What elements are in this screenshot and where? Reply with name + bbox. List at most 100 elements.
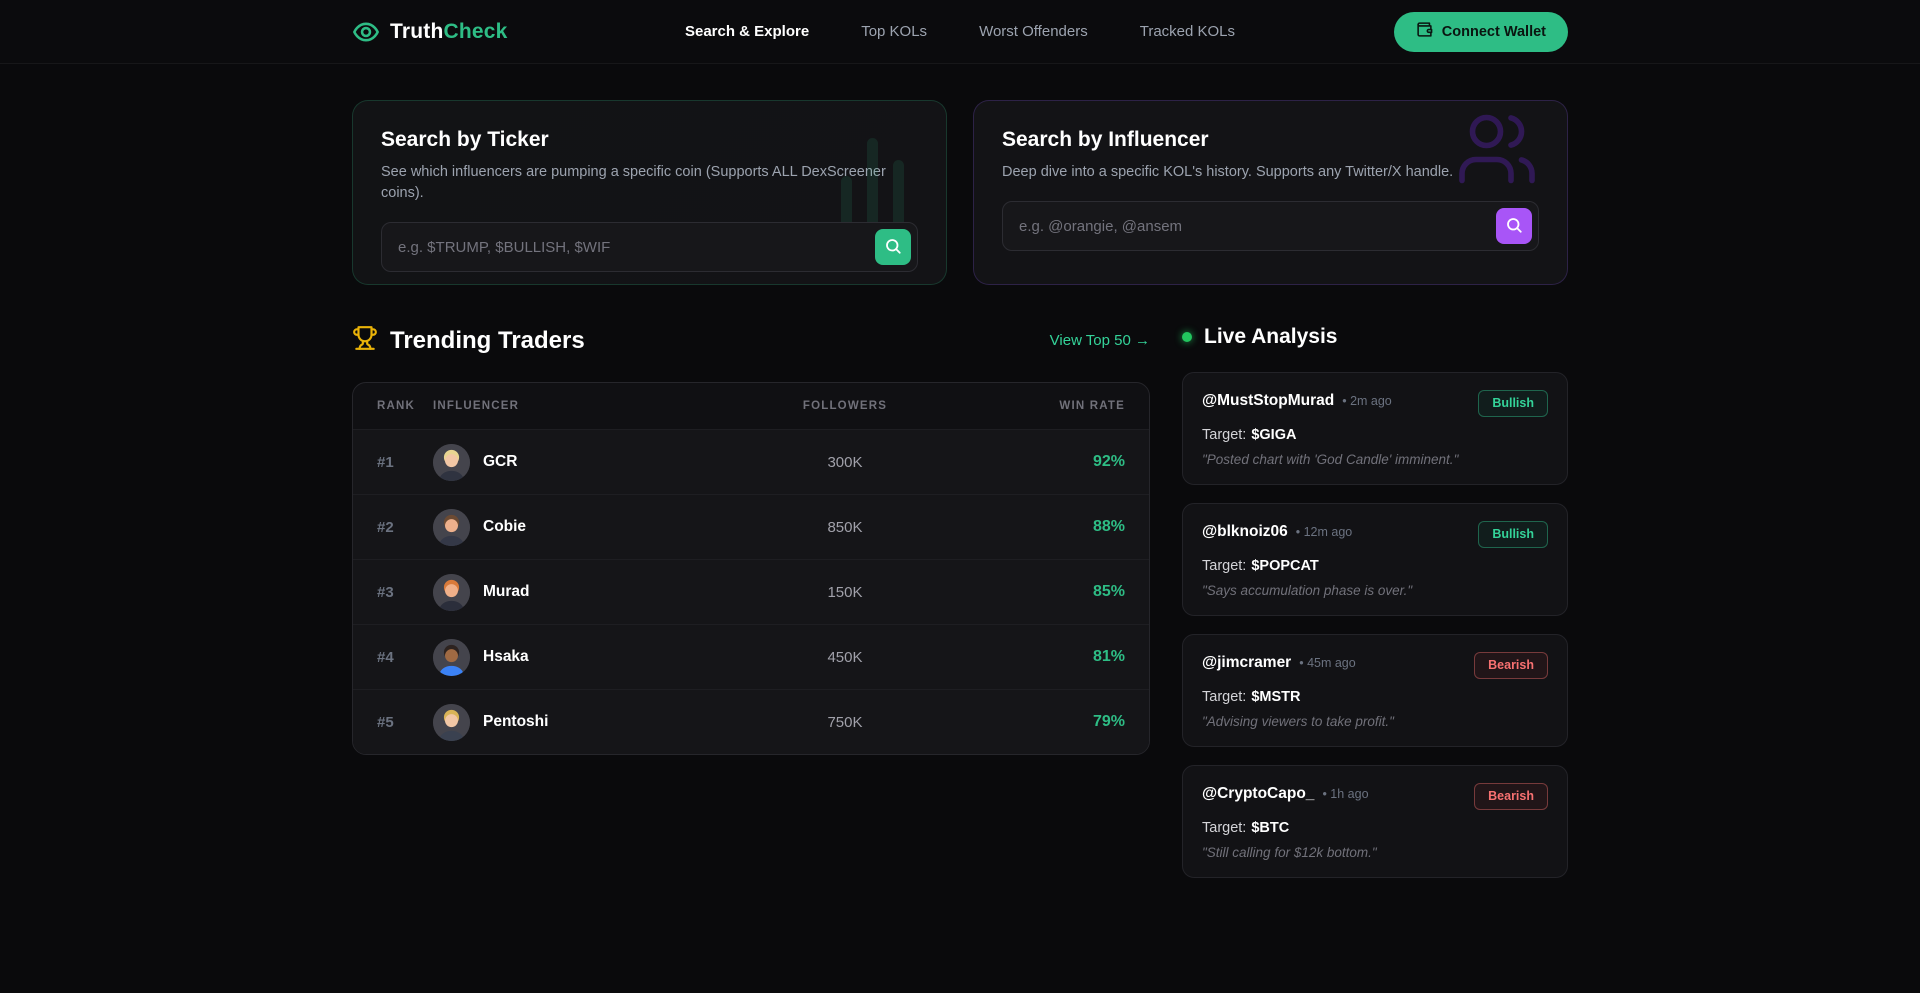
table-row[interactable]: #4 Hsaka 450K 81%	[353, 624, 1149, 689]
eye-logo-icon	[352, 18, 380, 46]
influencer-name: Hsaka	[483, 648, 529, 666]
wallet-icon	[1416, 21, 1433, 42]
analysis-quote: "Says accumulation phase is over."	[1202, 583, 1548, 598]
trending-traders-title: Trending Traders	[390, 327, 585, 355]
avatar	[433, 509, 470, 546]
influencer-cell: GCR	[433, 444, 745, 481]
table-row[interactable]: #1 GCR 300K 92%	[353, 429, 1149, 494]
influencer-search-button[interactable]	[1496, 208, 1532, 244]
live-analysis-card[interactable]: @jimcramer • 45m ago Bearish Target:$MST…	[1182, 634, 1568, 747]
influencer-search-input[interactable]	[1002, 201, 1539, 251]
win-rate-cell: 92%	[945, 453, 1125, 471]
live-analysis-card[interactable]: @blknoiz06 • 12m ago Bullish Target: $POP…	[1182, 503, 1568, 616]
rank-cell: #2	[377, 519, 433, 536]
kol-handle: @blknoiz06	[1202, 523, 1288, 541]
target-label: Target:	[1202, 558, 1246, 574]
target-line: Target: $BTC	[1202, 820, 1548, 836]
view-top-50-link[interactable]: View Top 50 →	[1050, 332, 1150, 349]
rank-cell: #1	[377, 454, 433, 471]
table-row[interactable]: #2 Cobie 850K 88%	[353, 494, 1149, 559]
influencer-cell: Pentoshi	[433, 704, 745, 741]
analysis-quote: "Posted chart with 'God Candle' imminent…	[1202, 452, 1548, 467]
followers-cell: 150K	[745, 584, 945, 601]
target-line: Target:$MSTR	[1202, 689, 1548, 705]
target-ticker: $POPCAT	[1251, 558, 1318, 574]
live-analysis-card[interactable]: @MustStopMurad • 2m ago Bullish Target:$…	[1182, 372, 1568, 485]
trophy-icon	[352, 325, 378, 356]
target-ticker: $GIGA	[1251, 427, 1296, 443]
column-header-rank: RANK	[377, 400, 433, 412]
analysis-quote: "Advising viewers to take profit."	[1202, 714, 1548, 729]
target-line: Target:$GIGA	[1202, 427, 1548, 443]
sentiment-badge: Bearish	[1474, 783, 1548, 810]
main-nav: Search & Explore Top KOLs Worst Offender…	[685, 23, 1235, 40]
search-section: Search by Ticker See which influencers a…	[352, 100, 1568, 285]
column-header-win-rate: WIN RATE	[945, 400, 1125, 412]
followers-cell: 850K	[745, 519, 945, 536]
rank-cell: #5	[377, 714, 433, 731]
ticker-search-button[interactable]	[875, 229, 911, 265]
rank-cell: #4	[377, 649, 433, 666]
followers-cell: 750K	[745, 714, 945, 731]
influencer-name: Pentoshi	[483, 713, 548, 731]
sentiment-badge: Bullish	[1478, 390, 1548, 417]
search-by-influencer-card: Search by Influencer Deep dive into a sp…	[973, 100, 1568, 285]
connect-wallet-label: Connect Wallet	[1442, 24, 1546, 40]
table-header-row: RANK INFLUENCER FOLLOWERS WIN RATE	[353, 383, 1149, 429]
win-rate-cell: 85%	[945, 583, 1125, 601]
avatar	[433, 574, 470, 611]
influencer-name: Cobie	[483, 518, 526, 536]
nav-item-search-explore[interactable]: Search & Explore	[685, 23, 809, 40]
nav-item-tracked-kols[interactable]: Tracked KOLs	[1140, 23, 1235, 40]
win-rate-cell: 81%	[945, 648, 1125, 666]
brand-logo[interactable]: TruthCheck	[352, 18, 508, 46]
search-by-ticker-card: Search by Ticker See which influencers a…	[352, 100, 947, 285]
ticker-search-input[interactable]	[381, 222, 918, 272]
column-header-influencer: INFLUENCER	[433, 400, 745, 412]
followers-cell: 450K	[745, 649, 945, 666]
timestamp: • 2m ago	[1342, 394, 1392, 408]
brand-name: TruthCheck	[390, 20, 508, 44]
influencer-name: Murad	[483, 583, 530, 601]
kol-handle: @jimcramer	[1202, 654, 1291, 672]
avatar	[433, 704, 470, 741]
live-analysis-card[interactable]: @CryptoCapo_ • 1h ago Bearish Target: $BT…	[1182, 765, 1568, 878]
influencer-cell: Murad	[433, 574, 745, 611]
target-label: Target:	[1202, 820, 1246, 836]
nav-item-worst-offenders[interactable]: Worst Offenders	[979, 23, 1088, 40]
timestamp: • 1h ago	[1322, 787, 1368, 801]
followers-cell: 300K	[745, 454, 945, 471]
timestamp: • 45m ago	[1299, 656, 1356, 670]
live-analysis-section: Live Analysis @MustStopMurad • 2m ago Bu…	[1182, 325, 1568, 878]
table-row[interactable]: #3 Murad 150K 85%	[353, 559, 1149, 624]
table-row[interactable]: #5 Pentoshi 750K 79%	[353, 689, 1149, 754]
rank-cell: #3	[377, 584, 433, 601]
search-icon	[1505, 216, 1523, 237]
live-analysis-title: Live Analysis	[1204, 325, 1337, 349]
trending-traders-section: Trending Traders View Top 50 → RANK INFL…	[352, 325, 1150, 878]
ticker-card-title: Search by Ticker	[381, 128, 918, 152]
timestamp: • 12m ago	[1296, 525, 1353, 539]
column-header-followers: FOLLOWERS	[745, 400, 945, 412]
influencer-name: GCR	[483, 453, 517, 471]
win-rate-cell: 88%	[945, 518, 1125, 536]
analysis-quote: "Still calling for $12k bottom."	[1202, 845, 1548, 860]
target-line: Target: $POPCAT	[1202, 558, 1548, 574]
influencer-cell: Cobie	[433, 509, 745, 546]
influencer-cell: Hsaka	[433, 639, 745, 676]
sentiment-badge: Bearish	[1474, 652, 1548, 679]
kol-handle: @MustStopMurad	[1202, 392, 1334, 410]
nav-item-top-kols[interactable]: Top KOLs	[861, 23, 927, 40]
ticker-card-description: See which influencers are pumping a spec…	[381, 162, 918, 204]
win-rate-cell: 79%	[945, 713, 1125, 731]
avatar	[433, 639, 470, 676]
users-decoration-icon	[1453, 107, 1541, 196]
avatar	[433, 444, 470, 481]
connect-wallet-button[interactable]: Connect Wallet	[1394, 12, 1568, 52]
kol-handle: @CryptoCapo_	[1202, 785, 1314, 803]
target-ticker: $MSTR	[1251, 689, 1300, 705]
live-indicator-dot	[1182, 332, 1192, 342]
sentiment-badge: Bullish	[1478, 521, 1548, 548]
target-ticker: $BTC	[1251, 820, 1289, 836]
main-content: Search by Ticker See which influencers a…	[352, 100, 1568, 878]
